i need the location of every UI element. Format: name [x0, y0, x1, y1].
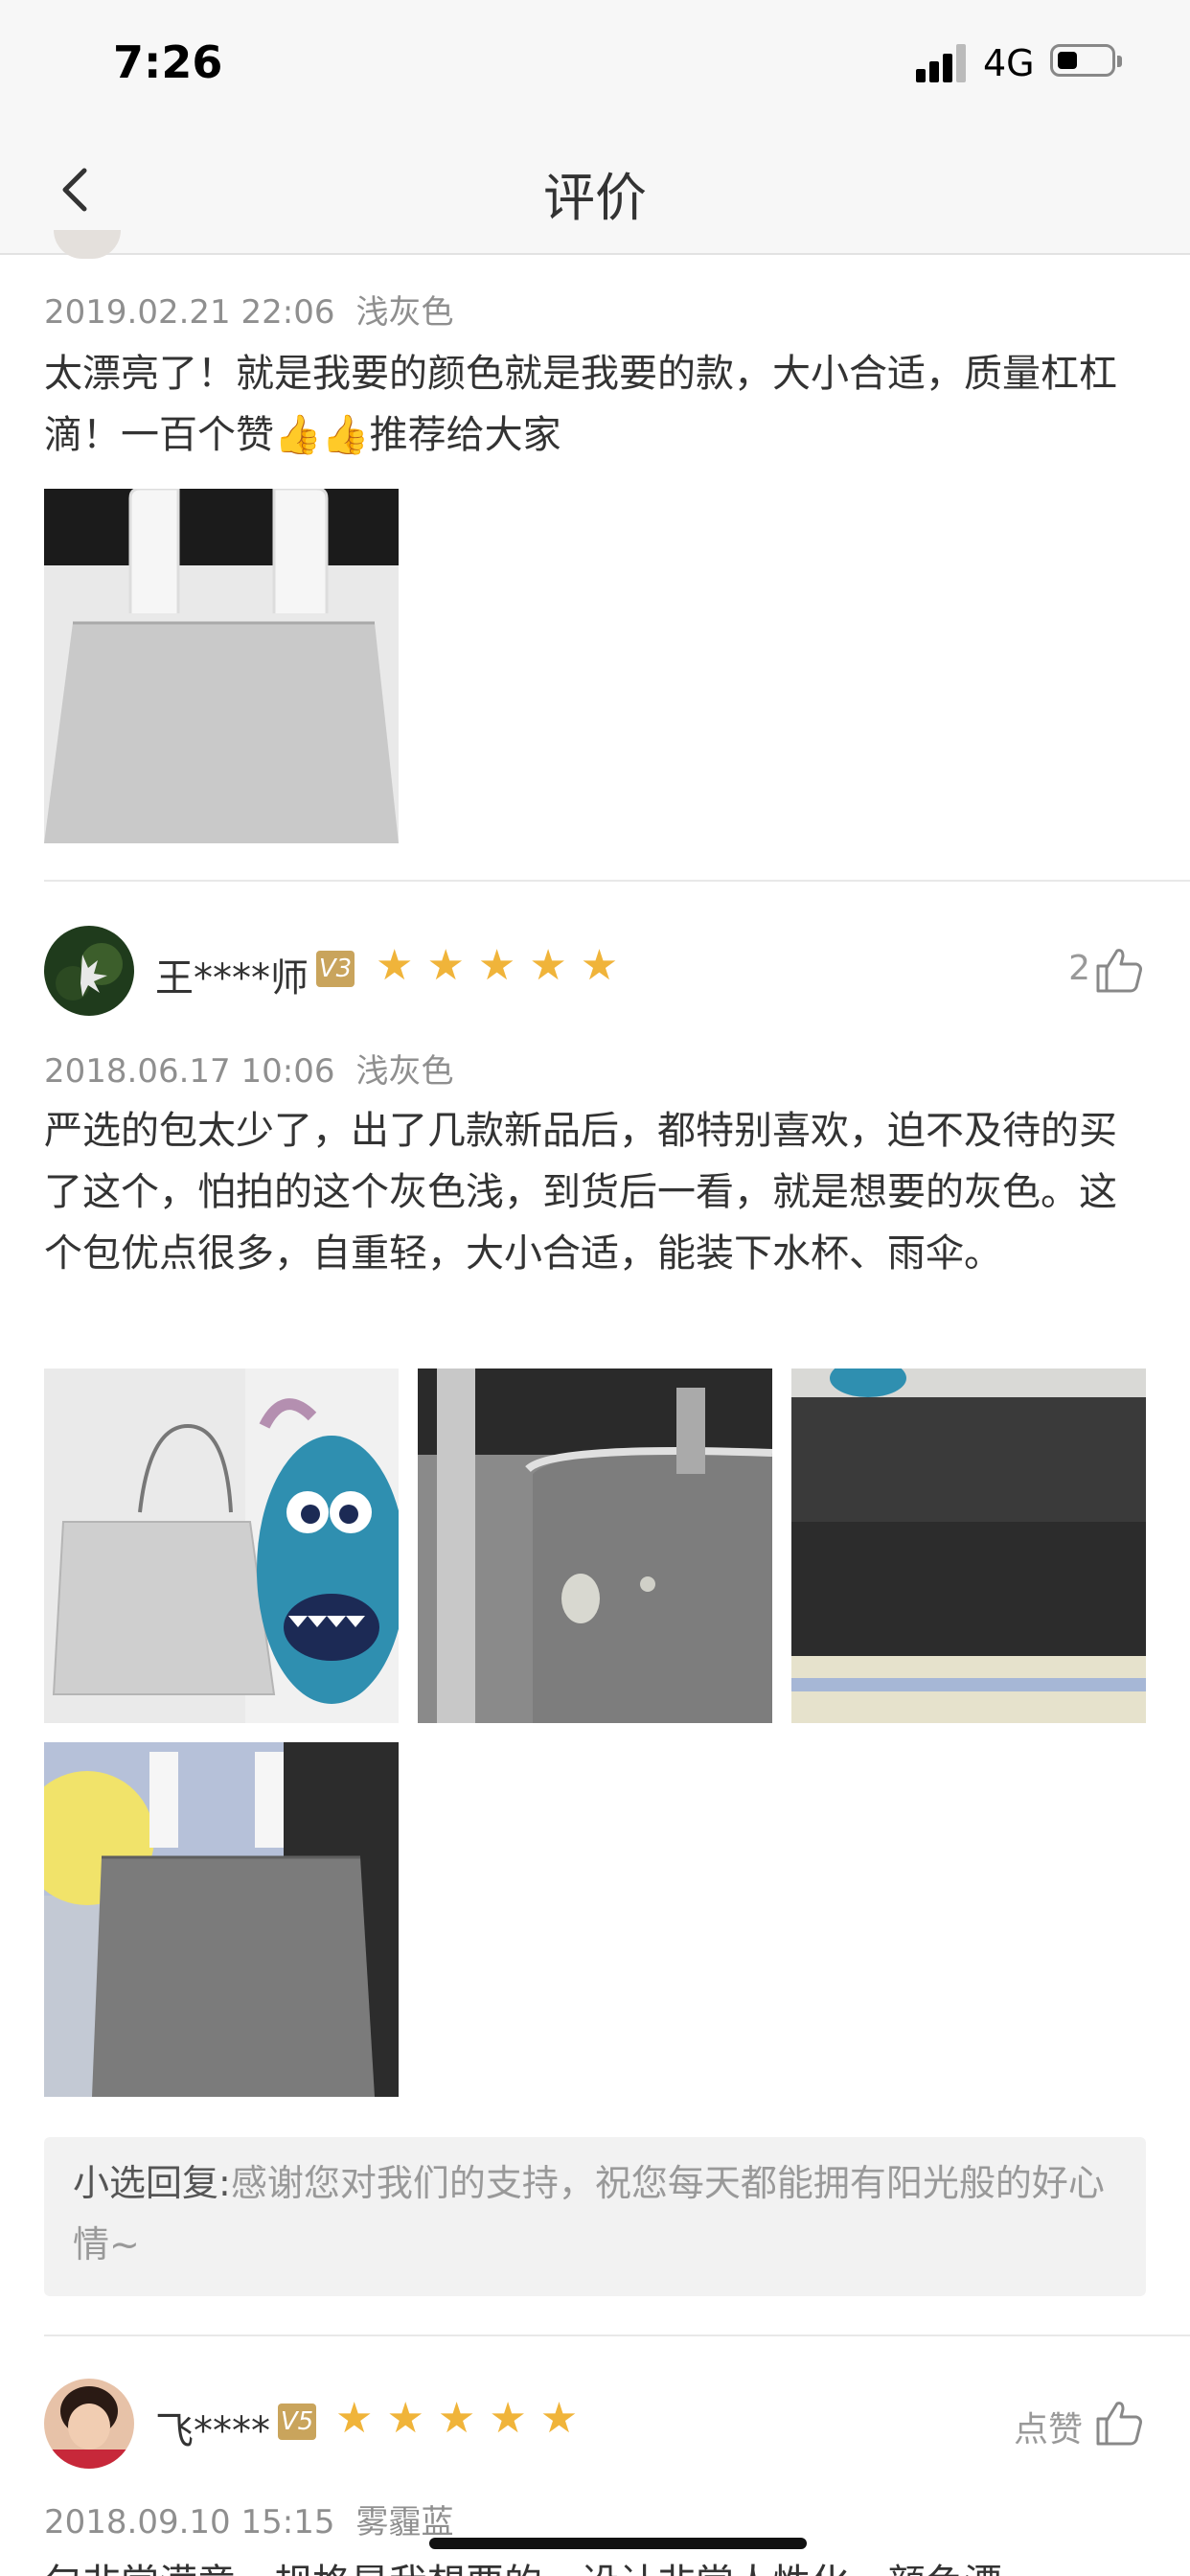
review-photo[interactable]: [791, 1368, 1146, 1723]
review-photo[interactable]: [44, 1368, 399, 1723]
rating-stars: ★★★★★: [376, 941, 632, 990]
vip-badge: V5: [278, 2404, 316, 2440]
home-indicator: [429, 2538, 807, 2549]
review-meta: 2019.02.21 22:06 浅灰色: [44, 286, 453, 333]
user-name: 飞****: [155, 2409, 270, 2453]
vip-badge: V3: [316, 951, 355, 987]
page-title: 评价: [543, 168, 647, 228]
avatar[interactable]: [44, 2379, 134, 2469]
reply-label: 小选回复:: [73, 2162, 231, 2204]
review-text: 太漂亮了！就是我要的颜色就是我要的款，大小合适，质量杠杠滴！一百个赞👍👍推荐给大…: [44, 352, 1117, 457]
thumbs-up-icon[interactable]: [1094, 2398, 1144, 2448]
status-time: 7:26: [113, 36, 223, 88]
divider: [44, 880, 1190, 882]
network-label: 4G: [983, 42, 1035, 84]
review-date: 2018.09.10 15:15: [44, 2503, 335, 2542]
like-count[interactable]: 2: [1068, 949, 1090, 988]
like-button[interactable]: 点赞: [1014, 2402, 1083, 2451]
nav-bar: 评价: [0, 126, 1190, 255]
review-photo[interactable]: [418, 1368, 772, 1723]
review-meta: 2018.09.10 15:15 雾霾蓝: [44, 2496, 453, 2542]
review-spec: 浅灰色: [355, 1052, 454, 1091]
signal-icon: [916, 44, 970, 82]
review-photo[interactable]: [44, 489, 399, 843]
merchant-reply: 小选回复:感谢您对我们的支持，祝您每天都能拥有阳光般的好心情~: [44, 2137, 1146, 2296]
review-spec: 浅灰色: [355, 293, 454, 332]
review-text: 严选的包太少了，出了几款新品后，都特别喜欢，迫不及待的买了这个，怕拍的这个灰色浅…: [44, 1109, 1117, 1276]
divider: [44, 2334, 1190, 2336]
thumbs-up-icon[interactable]: [1094, 945, 1144, 995]
user-name: 王****师: [155, 956, 309, 1000]
review-spec: 雾霾蓝: [355, 2503, 454, 2542]
rating-stars: ★★★★★: [335, 2394, 592, 2443]
avatar[interactable]: [44, 926, 134, 1016]
review-date: 2018.06.17 10:06: [44, 1052, 335, 1091]
battery-icon: [1050, 44, 1122, 77]
status-bar: 7:26 4G: [0, 0, 1190, 126]
review-meta: 2018.06.17 10:06 浅灰色: [44, 1045, 453, 1092]
review-date: 2019.02.21 22:06: [44, 293, 335, 332]
review-text: 包非常满意，规格是我想要的，设计非常人性化，颜色漂: [44, 2553, 1146, 2576]
review-photo[interactable]: [44, 1742, 399, 2097]
